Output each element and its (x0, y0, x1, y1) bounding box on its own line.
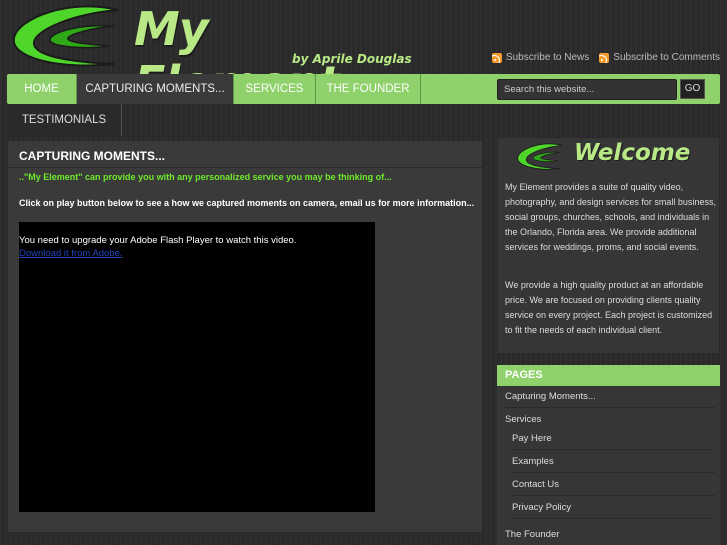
instruction-text: Click on play button below to see a how … (19, 198, 475, 208)
page-link-privacy-policy[interactable]: Privacy Policy (512, 497, 715, 519)
nav-the-founder[interactable]: THE FOUNDER (316, 74, 421, 104)
welcome-paragraph-1: My Element provides a suite of quality v… (505, 182, 716, 252)
nav-home[interactable]: HOME (7, 74, 77, 104)
welcome-widget: Welcome My Element provides a suite of q… (497, 137, 720, 354)
subscribe-comments-link[interactable]: Subscribe to Comments (599, 52, 720, 63)
intro-text: .."My Element" can provide you with any … (19, 172, 392, 182)
flash-download-link[interactable]: Download it from Adobe. (19, 248, 123, 259)
nav-capturing-moments[interactable]: CAPTURING MOMENTS... (77, 74, 234, 104)
nav-services[interactable]: SERVICES (234, 74, 316, 104)
pages-heading: PAGES (497, 365, 720, 386)
page-link-the-founder[interactable]: The Founder (505, 524, 715, 545)
logo-subtitle: by Aprile Douglas (292, 52, 412, 66)
page-link-examples[interactable]: Examples (512, 451, 715, 473)
rss-icon (491, 52, 502, 63)
page-link-capturing-moments[interactable]: Capturing Moments... (505, 386, 715, 408)
flash-upgrade-message: You need to upgrade your Adobe Flash Pla… (19, 235, 297, 246)
nav-testimonials[interactable]: TESTIMONIALS (7, 104, 122, 136)
main-content: CAPTURING MOMENTS... .."My Element" can … (7, 140, 484, 533)
subscribe-links: Subscribe to News Subscribe to Comments (491, 52, 720, 63)
video-player[interactable]: You need to upgrade your Adobe Flash Pla… (19, 222, 375, 512)
swoosh-logo-icon (12, 5, 119, 67)
page-link-contact-us[interactable]: Contact Us (512, 474, 715, 496)
page-link-pay-here[interactable]: Pay Here (512, 428, 715, 450)
search-input[interactable] (497, 79, 677, 100)
rss-icon (599, 52, 610, 63)
search-go-button[interactable]: GO (680, 79, 705, 99)
divider (8, 167, 484, 168)
site-logo[interactable]: My Element by Aprile Douglas (10, 2, 420, 110)
welcome-paragraph-2: We provide a high quality product at an … (505, 280, 713, 335)
page-title: CAPTURING MOMENTS... (19, 149, 165, 163)
subscribe-comments-label: Subscribe to Comments (613, 52, 720, 63)
swoosh-logo-icon (517, 143, 563, 170)
welcome-title: Welcome (574, 140, 691, 166)
subscribe-news-label: Subscribe to News (505, 52, 590, 63)
subscribe-news-link[interactable]: Subscribe to News (491, 52, 590, 63)
